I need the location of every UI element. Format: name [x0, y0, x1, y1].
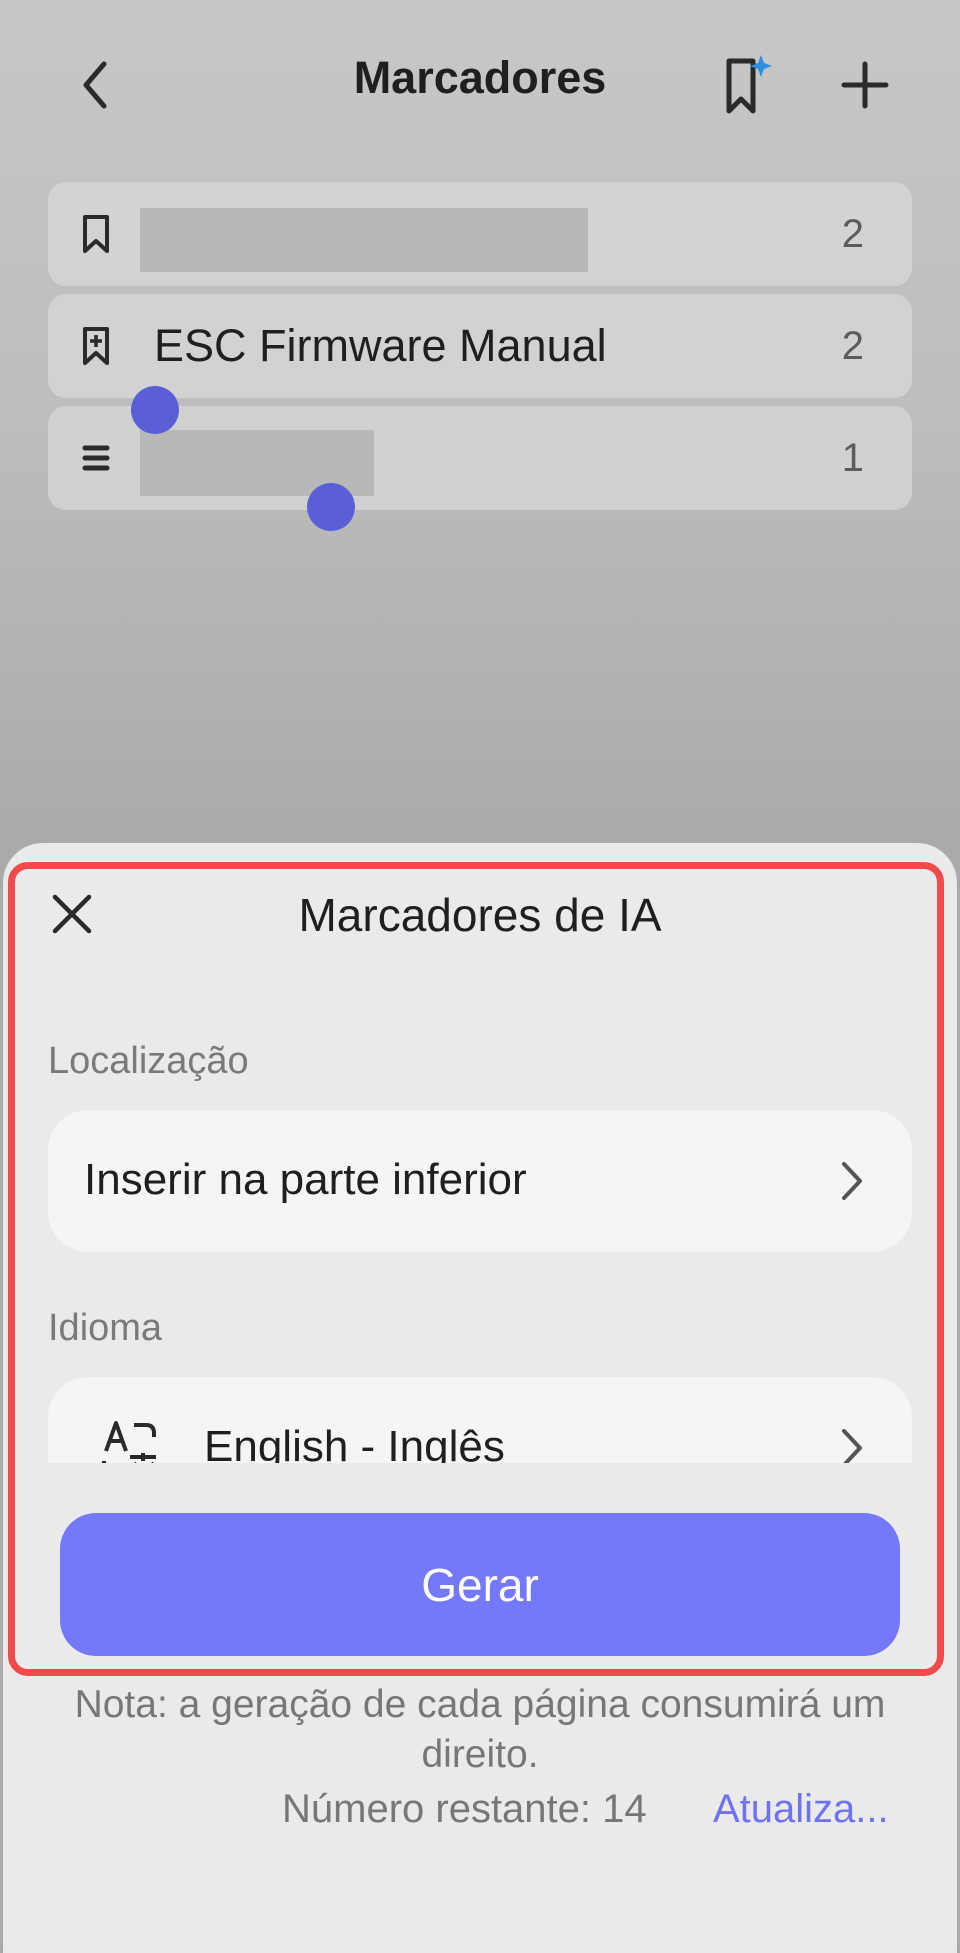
remaining-count: Número restante: 14 [282, 1787, 647, 1831]
language-value: English - Inglês [204, 1422, 505, 1463]
page-title: Marcadores [353, 52, 607, 103]
language-selector[interactable]: English - Inglês [48, 1377, 912, 1463]
back-button[interactable] [60, 45, 130, 125]
bookmark-row[interactable]: ESC Firmware Manual 2 [48, 294, 912, 398]
add-bookmark-button[interactable] [830, 45, 900, 125]
redacted-label [140, 208, 588, 272]
bookmark-count: 2 [841, 324, 864, 368]
ai-bookmark-button[interactable] [710, 45, 780, 125]
plus-icon [841, 61, 889, 109]
bookmark-list: 2 ESC Firmware Manual 2 1 [48, 182, 912, 518]
bookmark-label: ESC Firmware Manual [154, 320, 607, 371]
location-value: Inserir na parte inferior [84, 1155, 527, 1204]
generate-button[interactable]: Gerar [60, 1513, 900, 1656]
bookmark-row[interactable]: 1 [48, 406, 912, 510]
bookmark-row[interactable]: 2 [48, 182, 912, 286]
close-icon [52, 894, 92, 934]
sheet-title: Marcadores de IA [298, 889, 662, 941]
bookmark-icon [76, 212, 116, 256]
language-label: Idioma [48, 1307, 163, 1349]
chevron-right-icon [842, 1429, 862, 1463]
bookmark-sparkle-icon [726, 55, 772, 114]
list-icon [76, 436, 116, 480]
bookmark-count: 1 [841, 436, 864, 480]
bookmark-count: 2 [841, 212, 864, 256]
translate-icon [102, 1421, 156, 1463]
top-bar: Marcadores [0, 0, 960, 170]
usage-note: Nota: a geração de cada página consumirá… [74, 1683, 886, 1776]
chevron-left-icon [83, 61, 107, 109]
chevron-right-icon [842, 1162, 862, 1200]
bookmark-plus-icon [76, 324, 116, 368]
close-button[interactable] [46, 888, 98, 940]
location-label: Localização [48, 1040, 249, 1082]
upgrade-link[interactable]: Atualiza... [713, 1787, 889, 1832]
selection-handle-end[interactable] [307, 483, 355, 531]
selection-handle-start[interactable] [131, 386, 179, 434]
location-selector[interactable]: Inserir na parte inferior [48, 1110, 912, 1252]
